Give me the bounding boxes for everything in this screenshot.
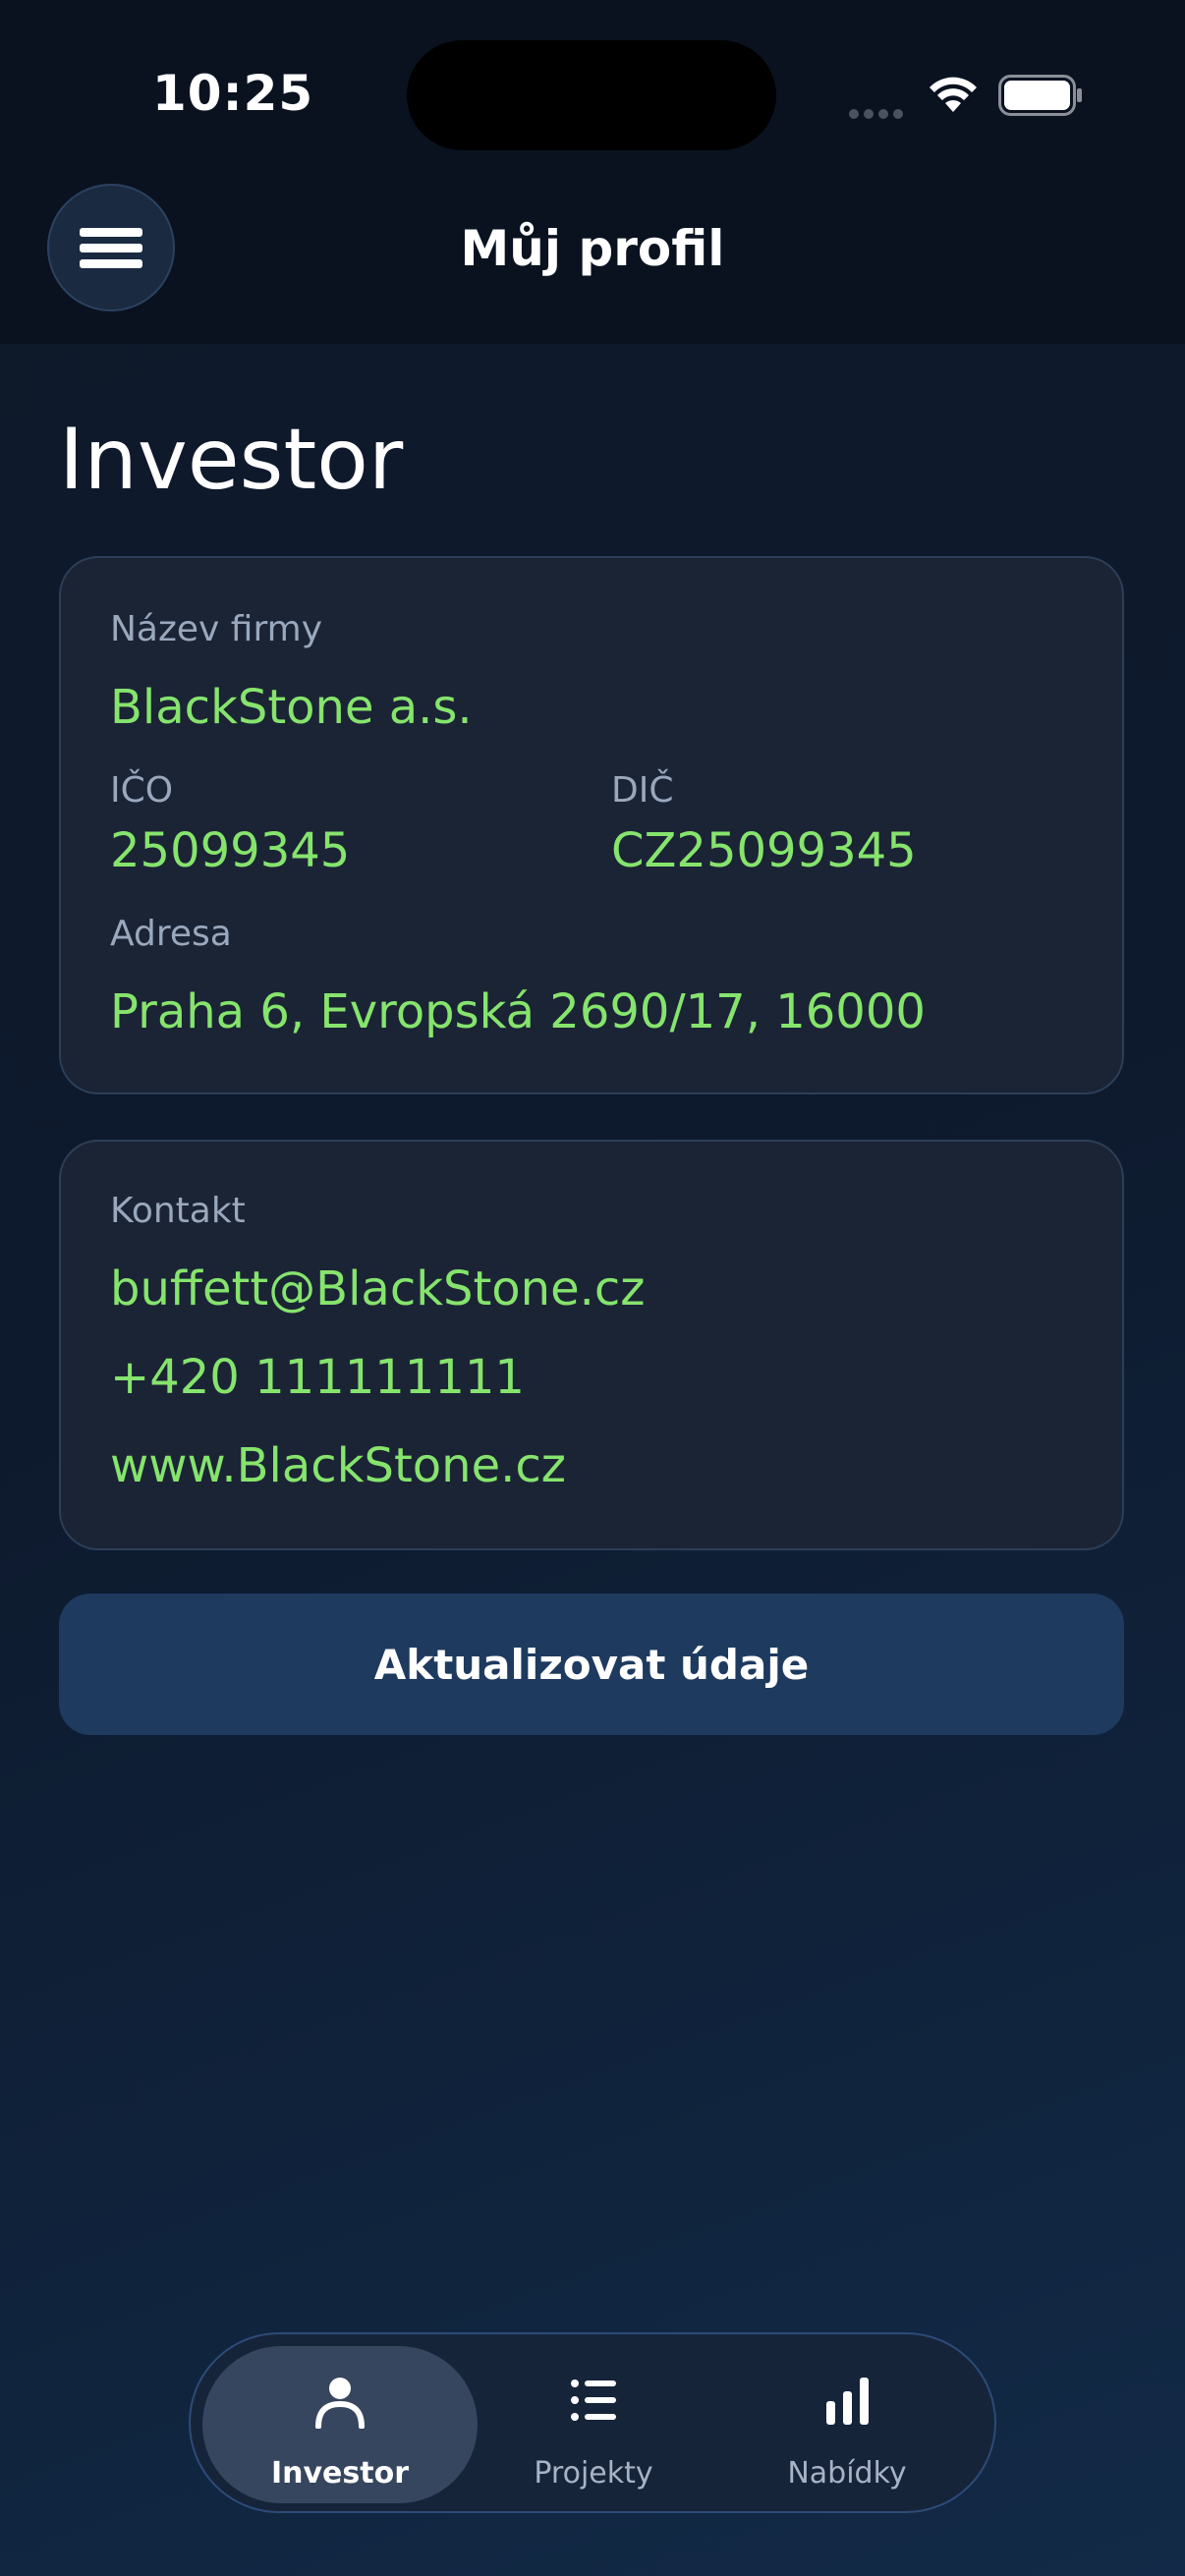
- dic-value: CZ25099345: [611, 823, 917, 878]
- status-time: 10:25: [152, 65, 314, 122]
- tab-investor[interactable]: Investor: [202, 2346, 478, 2503]
- app-header: Můj profil: [0, 177, 1185, 344]
- contact-card: Kontakt buffett@BlackStone.cz +420 11111…: [59, 1140, 1124, 1550]
- screen: 10:25 Můj profil Investor Název firmy Bl…: [0, 0, 1185, 2576]
- contact-label: Kontakt: [110, 1191, 246, 1231]
- contact-email[interactable]: buffett@BlackStone.cz: [110, 1261, 645, 1316]
- tab-nabidky[interactable]: Nabídky: [709, 2346, 985, 2503]
- contact-website[interactable]: www.BlackStone.cz: [110, 1438, 566, 1493]
- list-icon: [571, 2380, 616, 2421]
- company-name-value: BlackStone a.s.: [110, 680, 473, 735]
- address-value: Praha 6, Evropská 2690/17, 16000: [110, 984, 926, 1039]
- tab-nabidky-label: Nabídky: [787, 2456, 907, 2491]
- contact-phone[interactable]: +420 111111111: [110, 1350, 525, 1405]
- tab-projekty-label: Projekty: [534, 2456, 653, 2491]
- bottom-tab-bar: Investor Projekty Nabídky: [189, 2332, 996, 2513]
- dynamic-island: [407, 40, 776, 150]
- cellular-signal-icon: [849, 104, 908, 123]
- page-title: Můj profil: [460, 220, 725, 277]
- wifi-icon: [930, 77, 977, 112]
- company-info-card: Název firmy BlackStone a.s. IČO 25099345…: [59, 556, 1124, 1094]
- bar-chart-icon: [826, 2378, 869, 2425]
- ico-label: IČO: [110, 770, 174, 811]
- section-heading: Investor: [59, 411, 404, 509]
- company-name-label: Název firmy: [110, 609, 322, 649]
- address-label: Adresa: [110, 914, 232, 954]
- person-icon: [315, 2378, 365, 2429]
- tab-investor-label: Investor: [270, 2456, 410, 2491]
- update-details-button[interactable]: Aktualizovat údaje: [59, 1594, 1124, 1735]
- dic-label: DIČ: [611, 770, 674, 811]
- tab-projekty[interactable]: Projekty: [456, 2346, 731, 2503]
- ico-value: 25099345: [110, 823, 351, 878]
- battery-icon: [998, 75, 1082, 116]
- status-bar: 10:25: [0, 0, 1185, 177]
